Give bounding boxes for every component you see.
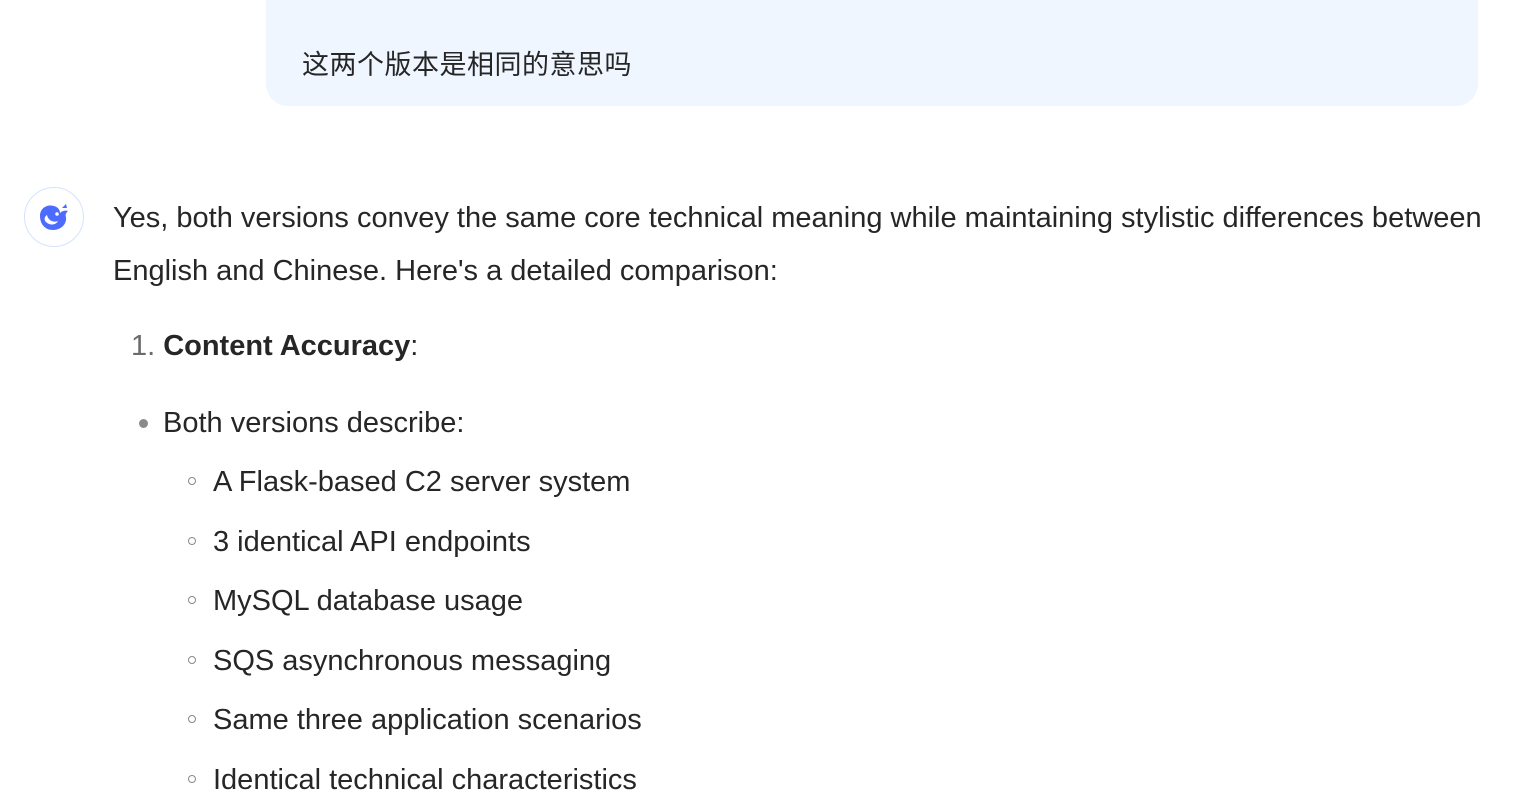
list-number: 1. — [131, 330, 156, 362]
bullet-text: Both versions describe: — [163, 407, 465, 439]
chat-page: 这两个版本是相同的意思吗 Yes, both versions convey t… — [0, 0, 1525, 797]
bullet-circle-icon — [188, 715, 196, 723]
user-message-bubble: 这两个版本是相同的意思吗 — [266, 0, 1478, 106]
list-item: 3 identical API endpoints — [188, 520, 642, 580]
bullet-circle-icon — [188, 655, 196, 664]
user-message-text: 这两个版本是相同的意思吗 — [302, 50, 632, 81]
bullet-circle-icon — [188, 596, 196, 604]
list-item-title: Content Accuracy — [163, 330, 411, 362]
assistant-answer: Yes, both versions convey the same core … — [113, 192, 1483, 298]
list-item-suffix: : — [410, 330, 419, 362]
answer-intro: Yes, both versions convey the same core … — [113, 202, 1482, 287]
whale-logo-icon — [40, 204, 68, 230]
ordered-list-item: 1. Content Accuracy: — [131, 324, 418, 368]
sub-bullet-list: A Flask-based C2 server system 3 identic… — [188, 460, 642, 797]
list-item: MySQL database usage — [188, 579, 642, 639]
list-item: A Flask-based C2 server system — [188, 460, 642, 520]
list-item: SQS asynchronous messaging — [188, 639, 642, 699]
bullet-circle-icon — [188, 536, 196, 545]
bullet-circle-icon — [188, 477, 196, 485]
assistant-avatar — [24, 187, 84, 247]
bullet-disc-icon — [139, 419, 148, 428]
bullet-item: Both versions describe: — [139, 401, 465, 445]
bullet-circle-icon — [188, 774, 196, 783]
list-item: Same three application scenarios — [188, 698, 642, 758]
list-item: Identical technical characteristics — [188, 758, 642, 797]
